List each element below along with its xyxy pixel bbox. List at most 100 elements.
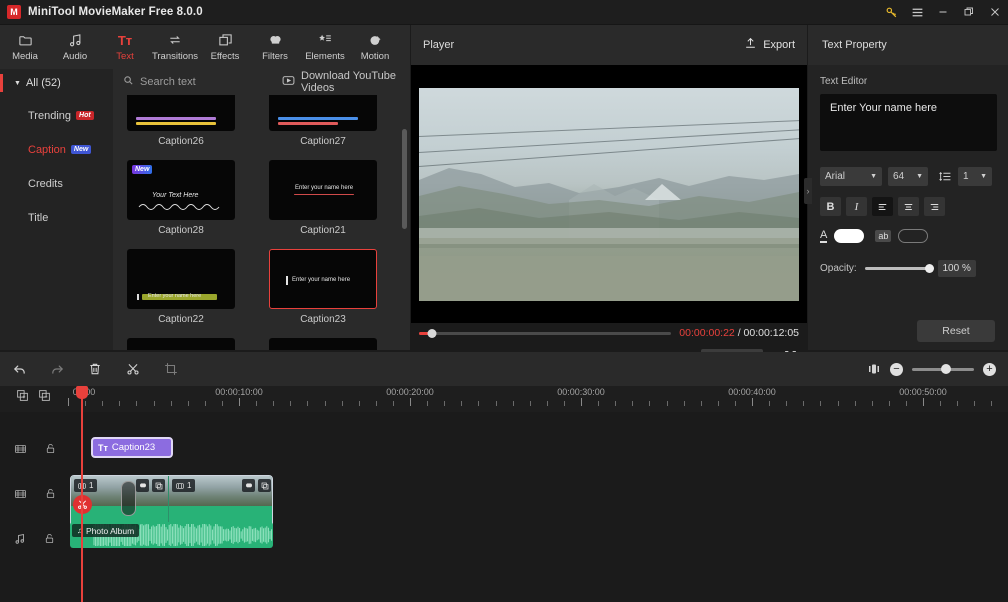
add-track-icon[interactable] <box>16 389 29 402</box>
font-size-select[interactable]: 64 ▼ <box>888 167 928 186</box>
unlock-icon[interactable] <box>44 532 55 545</box>
timeline-track-text[interactable]: Tᴛ Caption23 <box>0 426 1008 471</box>
template-item[interactable]: Enter your name here Caption22 <box>127 249 235 338</box>
close-icon[interactable] <box>982 0 1008 25</box>
align-left-button[interactable] <box>872 197 893 216</box>
template-item[interactable]: Your title here <box>269 338 377 350</box>
sidebar-item-caption[interactable]: Caption New <box>0 137 113 162</box>
remove-track-icon[interactable] <box>38 389 51 402</box>
template-grid-wrapper[interactable]: Caption26 Caption27 New Your Text Here C… <box>113 95 410 350</box>
template-item[interactable]: Caption26 <box>127 95 235 160</box>
text-color-swatch[interactable] <box>834 229 865 243</box>
delete-button[interactable] <box>76 352 114 386</box>
clip-split-handle[interactable] <box>121 481 136 516</box>
template-item[interactable]: Enter your name here Caption21 <box>269 160 377 249</box>
filter-droplet-icon[interactable] <box>136 479 149 492</box>
sidebar-item-title[interactable]: Title <box>0 205 113 230</box>
zoom-in-plus-icon[interactable]: + <box>983 362 996 376</box>
font-family-select[interactable]: Arial ▼ <box>820 167 882 186</box>
template-thumbnail-selected[interactable]: Enter your name here <box>269 249 377 309</box>
timeline-track-video[interactable]: 1 1 <box>0 471 1008 528</box>
library-content: Download YouTube Videos Caption26 <box>113 69 410 350</box>
ruler-tick <box>752 398 753 406</box>
undo-button[interactable] <box>0 352 38 386</box>
align-center-button[interactable] <box>898 197 919 216</box>
align-right-button[interactable] <box>924 197 945 216</box>
sidebar-item-credits[interactable]: Credits <box>0 171 113 196</box>
toolbar-item-effects[interactable]: Effects <box>200 25 250 69</box>
video-track-icon[interactable] <box>14 443 27 455</box>
library-scrollbar[interactable] <box>402 129 407 229</box>
timeline-clip-caption23[interactable]: Tᴛ Caption23 <box>91 437 173 458</box>
unlock-icon[interactable] <box>45 442 56 455</box>
search-box[interactable] <box>123 75 260 89</box>
timeline-zoom-slider[interactable] <box>912 364 974 374</box>
video-preview-area[interactable] <box>411 65 807 323</box>
template-item[interactable]: Caption27 <box>269 95 377 160</box>
timeline-ruler[interactable]: 00:0000:00:10:0000:00:20:0000:00:30:0000… <box>0 386 1008 412</box>
duplicate-icon[interactable] <box>152 479 165 492</box>
template-item[interactable]: New Your Text Here Caption28 <box>127 160 235 249</box>
split-button[interactable] <box>114 352 152 386</box>
template-thumbnail[interactable]: Enter your name here <box>127 338 235 350</box>
template-thumbnail[interactable]: New Your Text Here <box>127 160 235 220</box>
toolbar-item-media[interactable]: Media <box>0 25 50 69</box>
minimize-icon[interactable] <box>930 0 956 25</box>
template-item-caption23[interactable]: Enter your name here Caption23 <box>269 249 377 338</box>
timeline-clip-photo-album[interactable]: ♫ Photo Album <box>70 522 273 548</box>
toolbar-item-text[interactable]: Tᴛ Text <box>100 25 150 69</box>
toolbar-item-motion[interactable]: Motion <box>350 25 400 69</box>
ruler-tick <box>546 401 548 406</box>
filter-droplet-icon[interactable] <box>242 479 255 492</box>
playhead-handle[interactable] <box>76 386 88 399</box>
opacity-slider[interactable] <box>864 264 934 273</box>
line-spacing-select[interactable]: 1 ▼ <box>958 167 992 186</box>
template-thumbnail[interactable]: Enter your name here <box>269 160 377 220</box>
toolbar-item-transitions[interactable]: Transitions <box>150 25 200 69</box>
ruler-tick <box>871 401 873 406</box>
search-input[interactable] <box>140 76 260 88</box>
progress-slider[interactable] <box>419 328 672 338</box>
sidebar-item-all[interactable]: ▼ All (52) <box>0 72 113 94</box>
template-item[interactable]: Enter your name here <box>127 338 235 350</box>
chevron-down-icon: ▼ <box>980 173 987 180</box>
reset-button[interactable]: Reset <box>917 320 995 342</box>
fit-to-window-icon[interactable] <box>867 352 881 386</box>
key-icon[interactable] <box>878 0 904 25</box>
duplicate-icon[interactable] <box>258 479 271 492</box>
template-thumbnail[interactable] <box>269 95 377 131</box>
template-thumbnail[interactable] <box>127 95 235 131</box>
crop-button[interactable] <box>152 352 190 386</box>
maximize-icon[interactable] <box>956 0 982 25</box>
zoom-out-minus-icon[interactable]: − <box>890 362 903 376</box>
clip-count: 1 <box>89 481 94 490</box>
toolbar-item-audio[interactable]: Audio <box>50 25 100 69</box>
template-thumbnail[interactable]: Your title here <box>269 338 377 350</box>
music-note-icon[interactable] <box>14 533 26 545</box>
line-spacing-value: 1 <box>963 171 969 182</box>
line-spacing-icon[interactable] <box>938 170 952 183</box>
timeline-zoom-knob[interactable] <box>940 364 951 374</box>
progress-knob[interactable] <box>427 328 437 338</box>
opacity-knob[interactable] <box>924 264 934 273</box>
video-track-icon[interactable] <box>14 488 27 500</box>
ruler-tick <box>683 401 685 406</box>
timeline-playhead[interactable] <box>76 386 88 602</box>
italic-button[interactable]: I <box>846 197 867 216</box>
clip-count-badge: 1 <box>172 479 196 492</box>
template-preview-text: Enter your name here <box>295 185 354 191</box>
unlock-icon[interactable] <box>45 487 56 500</box>
hamburger-menu-icon[interactable] <box>904 0 930 25</box>
template-thumbnail[interactable]: Enter your name here <box>127 249 235 309</box>
toolbar-item-filters[interactable]: Filters <box>250 25 300 69</box>
sidebar-item-trending[interactable]: Trending Hot <box>0 103 113 128</box>
download-youtube-button[interactable]: Download YouTube Videos <box>282 70 410 94</box>
toolbar-item-elements[interactable]: Elements <box>300 25 350 69</box>
outline-color-swatch[interactable] <box>898 229 929 243</box>
text-editor-input[interactable] <box>820 94 997 151</box>
export-button[interactable]: Export <box>744 37 795 53</box>
collapse-panel-icon[interactable]: › <box>804 178 812 204</box>
timeline-track-audio[interactable]: ♫ Photo Album <box>0 516 1008 561</box>
bold-button[interactable]: B <box>820 197 841 216</box>
redo-button[interactable] <box>38 352 76 386</box>
